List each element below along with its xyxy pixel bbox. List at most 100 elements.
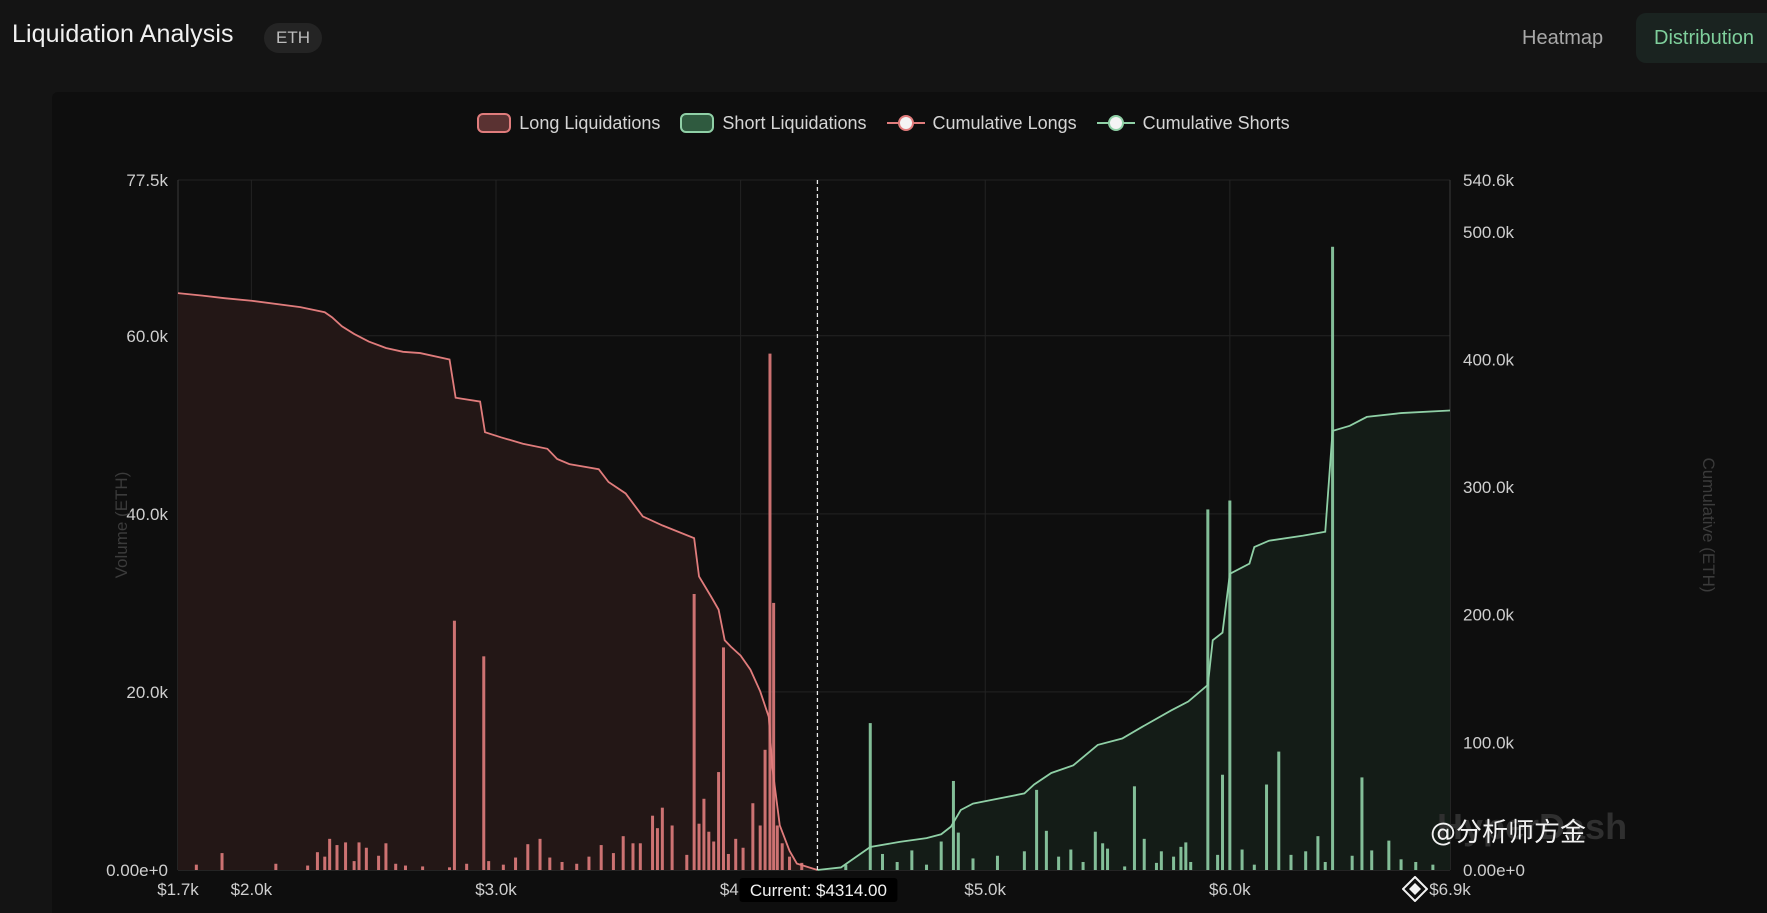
long-liquidation-bar: [452, 620, 456, 870]
long-liquidation-bar: [335, 845, 339, 870]
long-liquidation-bar: [707, 831, 711, 870]
short-liquidation-bar: [1106, 848, 1110, 870]
short-liquidation-bar: [1093, 831, 1097, 870]
long-liquidation-bar: [741, 847, 745, 870]
long-liquidation-bar: [670, 825, 674, 870]
long-liquidation-bar: [482, 656, 486, 870]
y2-tick-label: 500.0k: [1463, 223, 1515, 242]
short-liquidation-bar: [1277, 751, 1281, 870]
long-liquidation-bar: [560, 861, 564, 870]
x-tick-label: $1.7k: [157, 880, 199, 899]
short-liquidation-bar: [1431, 864, 1435, 870]
short-liquidation-bar: [1159, 851, 1163, 870]
short-liquidation-bar: [1414, 861, 1418, 870]
short-liquidation-bar: [1154, 862, 1158, 870]
long-liquidation-bar: [194, 864, 198, 870]
x-tick-label: $2.0k: [231, 880, 273, 899]
short-liquidation-bar: [880, 853, 884, 870]
long-liquidation-bar: [712, 841, 716, 870]
short-liquidation-bar: [1216, 854, 1220, 870]
long-liquidation-bar: [726, 853, 730, 870]
long-liquidation-bar: [352, 861, 356, 870]
short-liquidation-bar: [1265, 784, 1269, 870]
long-liquidation-bar: [751, 803, 755, 870]
long-liquidation-bar: [758, 825, 762, 870]
long-liquidation-bar: [655, 828, 659, 870]
y-tick-label: 20.0k: [126, 683, 168, 702]
short-liquidation-bar: [1399, 859, 1403, 870]
long-liquidation-bar: [611, 853, 615, 870]
short-liquidation-bar: [1323, 861, 1327, 870]
short-liquidation-bar: [925, 864, 929, 870]
short-liquidation-bar: [1123, 866, 1127, 870]
long-liquidation-bar: [220, 853, 224, 870]
short-liquidation-bar: [1179, 846, 1183, 870]
short-liquidation-bar: [1289, 854, 1293, 870]
app-root: Liquidation Analysis ETH Heatmap Distrib…: [0, 0, 1767, 913]
short-liquidation-bar: [956, 832, 960, 870]
short-liquidation-bar: [1184, 842, 1188, 870]
short-liquidation-bar: [895, 861, 899, 870]
short-liquidation-bar: [1022, 851, 1026, 870]
long-liquidation-bar: [599, 845, 603, 870]
short-liquidation-bar: [971, 858, 975, 870]
long-liquidation-bar: [306, 865, 310, 870]
overlay-caption: @分析师方金: [1430, 818, 1587, 848]
short-liquidation-bar: [1252, 864, 1256, 870]
y2-tick-label: 300.0k: [1463, 478, 1515, 497]
short-liquidation-bar: [1240, 849, 1244, 870]
long-liquidation-bar: [772, 602, 776, 870]
short-liquidation-bar: [1057, 856, 1061, 870]
long-liquidation-bar: [344, 842, 348, 870]
x-tick-label: $6.9k: [1429, 880, 1471, 899]
y2-tick-label: 0.00e+0: [1463, 861, 1525, 880]
long-liquidation-bar: [548, 857, 552, 870]
y-tick-label: 0.00e+0: [106, 861, 168, 880]
long-liquidation-bar: [775, 825, 779, 870]
y2-axis-title: Cumulative (ETH): [1699, 457, 1718, 592]
long-liquidation-bar: [514, 857, 518, 870]
short-liquidation-bar: [1069, 849, 1073, 870]
long-liquidation-bar: [685, 854, 689, 870]
x-tick-label: $3.0k: [475, 880, 517, 899]
cumulative-longs-area: [178, 293, 818, 870]
long-liquidation-bar: [526, 844, 530, 870]
short-liquidation-bar: [1189, 861, 1193, 870]
long-liquidation-bar: [638, 843, 642, 870]
liquidation-distribution-chart[interactable]: 0.00e+0 20.0k 40.0k 60.0k 77.5k 0.00e+0 100.0k…: [0, 0, 1767, 913]
short-liquidation-bar: [1228, 500, 1232, 870]
long-liquidation-bar: [328, 838, 332, 870]
long-liquidation-bar: [768, 353, 772, 870]
short-liquidation-bar: [939, 841, 943, 870]
short-liquidation-bar: [1360, 777, 1364, 870]
y-tick-label: 60.0k: [126, 327, 168, 346]
long-liquidation-bar: [384, 843, 388, 870]
long-liquidation-bar: [501, 864, 505, 870]
short-liquidation-bar: [1132, 786, 1136, 870]
long-liquidation-bar: [538, 838, 542, 870]
short-liquidation-bar: [1387, 840, 1391, 870]
y2-tick-label: 540.6k: [1463, 171, 1515, 190]
short-liquidation-bar: [995, 855, 999, 870]
diamond-logo-icon: [1402, 876, 1428, 902]
long-liquidation-bar: [465, 863, 469, 870]
y2-tick-label: 100.0k: [1463, 733, 1515, 752]
long-liquidation-bar: [621, 836, 625, 870]
long-liquidation-bar: [697, 823, 701, 870]
short-liquidation-bar: [1035, 789, 1039, 870]
short-liquidation-bar: [1304, 851, 1308, 870]
y2-tick-label: 400.0k: [1463, 350, 1515, 369]
long-liquidation-bar: [364, 847, 368, 870]
long-liquidation-bar: [734, 838, 738, 870]
long-liquidation-bar: [587, 856, 591, 870]
long-liquidation-bar: [315, 852, 319, 870]
long-liquidation-bar: [448, 867, 452, 870]
long-liquidation-bar: [692, 594, 696, 870]
current-price-label: Current: $4314.00: [750, 881, 887, 900]
short-liquidation-bar: [1350, 855, 1354, 870]
long-liquidation-bar: [763, 749, 767, 870]
short-liquidation-bar: [910, 850, 914, 870]
short-liquidation-bar: [1142, 838, 1146, 870]
short-liquidation-bar: [1370, 850, 1374, 870]
long-liquidation-bar: [274, 863, 278, 870]
